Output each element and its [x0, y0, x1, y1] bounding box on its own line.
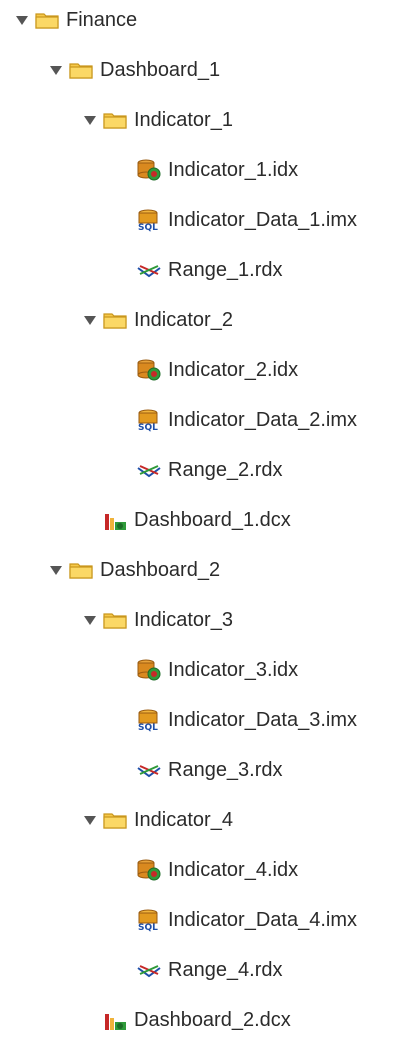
- tree-leaf-label: Indicator_Data_3.imx: [168, 709, 357, 731]
- tree-leaf-indicator-3-idx[interactable]: Indicator_3.idx: [136, 645, 298, 695]
- tree-node-dashboard-1[interactable]: Dashboard_1: [48, 45, 220, 95]
- tree-leaf-indicator-4-idx[interactable]: Indicator_4.idx: [136, 845, 298, 895]
- tree-node-label: Indicator_3: [134, 609, 233, 631]
- tree-leaf-label: Range_2.rdx: [168, 459, 283, 481]
- tree-node-indicator-2[interactable]: Indicator_2: [82, 295, 233, 345]
- tree-leaf-indicator-1-idx[interactable]: Indicator_1.idx: [136, 145, 298, 195]
- tree-leaf-indicator-data-3-imx[interactable]: SQL Indicator_Data_3.imx: [136, 695, 357, 745]
- sql-data-file-icon: SQL: [136, 408, 162, 432]
- tree-leaf-label: Indicator_1.idx: [168, 159, 299, 181]
- folder-icon: [102, 308, 128, 332]
- tree-leaf-label: Range_3.rdx: [168, 759, 283, 781]
- expand-triangle-icon[interactable]: [82, 612, 98, 628]
- folder-icon: [102, 808, 128, 832]
- tree-leaf-label: Range_4.rdx: [168, 959, 283, 981]
- tree-leaf-label: Indicator_4.idx: [168, 859, 299, 881]
- tree-leaf-label: Indicator_Data_2.imx: [168, 409, 357, 431]
- tree-leaf-indicator-data-4-imx[interactable]: SQL Indicator_Data_4.imx: [136, 895, 357, 945]
- tree-leaf-label: Dashboard_2.dcx: [134, 1009, 291, 1031]
- expand-triangle-icon[interactable]: [48, 62, 64, 78]
- tree-leaf-indicator-2-idx[interactable]: Indicator_2.idx: [136, 345, 298, 395]
- expand-triangle-icon[interactable]: [82, 312, 98, 328]
- expand-triangle-icon[interactable]: [82, 112, 98, 128]
- svg-text:SQL: SQL: [138, 223, 158, 232]
- folder-icon: [102, 608, 128, 632]
- tree-node-label: Indicator_4: [134, 809, 233, 831]
- sql-data-file-icon: SQL: [136, 708, 162, 732]
- tree-leaf-range-2-rdx[interactable]: Range_2.rdx: [136, 445, 283, 495]
- tree-node-finance[interactable]: Finance: [14, 0, 137, 45]
- range-file-icon: [136, 958, 162, 982]
- tree-leaf-label: Indicator_2.idx: [168, 359, 299, 381]
- svg-text:SQL: SQL: [138, 723, 158, 732]
- tree-leaf-range-3-rdx[interactable]: Range_3.rdx: [136, 745, 283, 795]
- folder-icon: [34, 8, 60, 32]
- svg-text:SQL: SQL: [138, 923, 158, 932]
- tree-leaf-indicator-data-1-imx[interactable]: SQL Indicator_Data_1.imx: [136, 195, 357, 245]
- range-file-icon: [136, 758, 162, 782]
- sql-data-file-icon: SQL: [136, 208, 162, 232]
- tree-leaf-label: Dashboard_1.dcx: [134, 509, 291, 531]
- tree-leaf-label: Range_1.rdx: [168, 259, 283, 281]
- expand-triangle-icon[interactable]: [14, 12, 30, 28]
- folder-icon: [102, 108, 128, 132]
- dashboard-file-icon: [102, 1008, 128, 1032]
- tree-leaf-label: Indicator_3.idx: [168, 659, 299, 681]
- dashboard-file-icon: [102, 508, 128, 532]
- tree-leaf-label: Indicator_Data_1.imx: [168, 209, 357, 231]
- sql-data-file-icon: SQL: [136, 908, 162, 932]
- tree-leaf-indicator-data-2-imx[interactable]: SQL Indicator_Data_2.imx: [136, 395, 357, 445]
- tree-node-label: Dashboard_1: [100, 59, 221, 81]
- tree-leaf-dashboard-2-dcx[interactable]: Dashboard_2.dcx: [102, 995, 291, 1045]
- expand-triangle-icon[interactable]: [82, 812, 98, 828]
- tree-leaf-range-1-rdx[interactable]: Range_1.rdx: [136, 245, 283, 295]
- tree-leaf-range-4-rdx[interactable]: Range_4.rdx: [136, 945, 283, 995]
- expand-triangle-icon[interactable]: [48, 562, 64, 578]
- tree-node-dashboard-2[interactable]: Dashboard_2: [48, 545, 220, 595]
- svg-text:SQL: SQL: [138, 423, 158, 432]
- tree-node-label: Indicator_1: [134, 109, 233, 131]
- tree-node-indicator-1[interactable]: Indicator_1: [82, 95, 233, 145]
- folder-icon: [68, 58, 94, 82]
- indicator-file-icon: [136, 358, 162, 382]
- range-file-icon: [136, 458, 162, 482]
- tree-node-indicator-4[interactable]: Indicator_4: [82, 795, 233, 845]
- tree-leaf-dashboard-1-dcx[interactable]: Dashboard_1.dcx: [102, 495, 291, 545]
- tree-node-label: Dashboard_2: [100, 559, 221, 581]
- indicator-file-icon: [136, 658, 162, 682]
- tree-node-label: Finance: [66, 9, 138, 31]
- indicator-file-icon: [136, 858, 162, 882]
- indicator-file-icon: [136, 158, 162, 182]
- file-tree: Finance Dashboard_1 Indicator_1 Indicato…: [0, 0, 412, 1034]
- tree-node-indicator-3[interactable]: Indicator_3: [82, 595, 233, 645]
- tree-leaf-label: Indicator_Data_4.imx: [168, 909, 357, 931]
- range-file-icon: [136, 258, 162, 282]
- folder-icon: [68, 558, 94, 582]
- tree-node-label: Indicator_2: [134, 309, 233, 331]
